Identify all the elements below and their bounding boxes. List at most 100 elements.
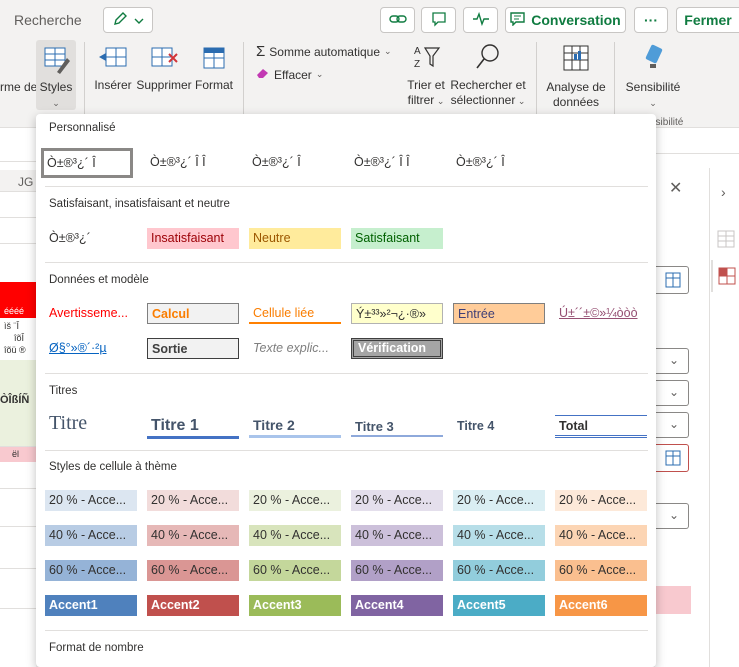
style-followed-hyperlink[interactable]: Ú±´´±©»¼òòò [555, 303, 647, 324]
eraser-icon [256, 67, 270, 82]
custom-style-1[interactable]: Ò±®³¿´ Î [41, 148, 133, 178]
theme-20-accent2[interactable]: 20 % - Acce... [147, 490, 239, 511]
search-icon [449, 42, 527, 76]
worksheet-fragment: JG éééé ìš ¨Î îõÎ îõü ® ÒÎßÍÑ ël [0, 128, 36, 667]
style-warning-text[interactable]: Avertisseme... [45, 303, 137, 324]
conversation-label: Conversation [531, 12, 621, 28]
style-linked-cell[interactable]: Cellule liée [249, 303, 341, 324]
insert-label: Insérer [94, 78, 132, 92]
theme-60-accent6[interactable]: 60 % - Acce... [555, 560, 647, 581]
styles-button[interactable]: Styles ⌄ [36, 40, 76, 110]
editing-mode-button[interactable] [103, 7, 153, 33]
theme-40-accent6[interactable]: 40 % - Acce... [555, 525, 647, 546]
theme-20-accent6[interactable]: 20 % - Acce... [555, 490, 647, 511]
pink-cell[interactable]: ël [0, 446, 36, 462]
theme-60-accent2[interactable]: 60 % - Acce... [147, 560, 239, 581]
sort-label-2: filtrer [407, 93, 435, 107]
activity-button[interactable] [463, 7, 498, 33]
style-total[interactable]: Total [555, 415, 647, 438]
theme-accent5[interactable]: Accent5 [453, 595, 545, 616]
style-normal[interactable]: Ò±®³¿´ [45, 228, 137, 249]
theme-60-accent3[interactable]: 60 % - Acce... [249, 560, 341, 581]
styles-pane-tab[interactable] [711, 260, 739, 292]
style-good[interactable]: Satisfaisant [351, 228, 443, 249]
divider [45, 373, 648, 374]
clear-button[interactable]: Effacer ⌄ [256, 67, 323, 82]
sensitivity-button[interactable]: Sensibilité ⌄ [620, 42, 686, 111]
activity-icon [472, 11, 490, 29]
sensitivity-icon [620, 42, 686, 78]
column-header: JG [18, 175, 34, 189]
autosum-label: Somme automatique [269, 44, 381, 59]
green-cell[interactable]: ÒÎßÍÑ [0, 360, 36, 446]
find-select-button[interactable]: Rechercher et sélectionner ⌄ [449, 42, 527, 109]
red-cell[interactable]: éééé [0, 282, 36, 318]
table-icon[interactable] [717, 230, 735, 248]
style-bad[interactable]: Insatisfaisant [147, 228, 239, 249]
cell-stack[interactable]: ìš ¨Î îõÎ îõü ® [0, 318, 36, 358]
analyze-label-2: données [552, 95, 600, 109]
insert-button[interactable]: Insérer [92, 44, 134, 93]
style-hyperlink[interactable]: Ø§°»®´·²µ [45, 338, 137, 359]
theme-accent1[interactable]: Accent1 [45, 595, 137, 616]
svg-text:A: A [414, 46, 421, 57]
find-label-2: sélectionner [450, 93, 516, 107]
theme-accent2[interactable]: Accent2 [147, 595, 239, 616]
divider [45, 186, 648, 187]
theme-20-accent3[interactable]: 20 % - Acce... [249, 490, 341, 511]
share-link-button[interactable] [380, 7, 415, 33]
style-heading-2[interactable]: Titre 2 [249, 415, 341, 438]
theme-40-accent5[interactable]: 40 % - Acce... [453, 525, 545, 546]
chevron-right-icon[interactable]: › [721, 184, 726, 200]
custom-style-4[interactable]: Ò±®³¿´ Î Î [350, 152, 442, 173]
style-neutral[interactable]: Neutre [249, 228, 341, 249]
search-label[interactable]: Recherche [14, 12, 82, 28]
theme-60-accent4[interactable]: 60 % - Acce... [351, 560, 443, 581]
format-button[interactable]: Format [193, 44, 235, 93]
style-note[interactable]: Ý±³³»²¬¿·®» [351, 303, 443, 324]
theme-20-accent5[interactable]: 20 % - Acce... [453, 490, 545, 511]
section-theme-title: Styles de cellule à thème [49, 461, 177, 473]
custom-style-2[interactable]: Ò±®³¿´ Î Î [146, 152, 238, 173]
style-output[interactable]: Sortie [147, 338, 239, 359]
custom-style-3[interactable]: Ò±®³¿´ Î [248, 152, 340, 173]
theme-20-accent4[interactable]: 20 % - Acce... [351, 490, 443, 511]
conditional-format-label[interactable]: rme de [0, 80, 37, 95]
theme-40-accent4[interactable]: 40 % - Acce... [351, 525, 443, 546]
theme-60-accent1[interactable]: 60 % - Acce... [45, 560, 137, 581]
theme-60-accent5[interactable]: 60 % - Acce... [453, 560, 545, 581]
autosum-button[interactable]: Σ Somme automatique ⌄ [256, 43, 392, 60]
style-heading-3[interactable]: Titre 3 [351, 416, 443, 437]
chevron-down-icon: ⌄ [52, 98, 60, 108]
style-heading-4[interactable]: Titre 4 [453, 416, 545, 437]
comments-button[interactable] [421, 7, 456, 33]
theme-40-accent3[interactable]: 40 % - Acce... [249, 525, 341, 546]
comment-icon [431, 11, 447, 30]
custom-style-5[interactable]: Ò±®³¿´ Î [452, 152, 544, 173]
theme-20-accent1[interactable]: 20 % - Acce... [45, 490, 137, 511]
style-heading-1[interactable]: Titre 1 [147, 415, 239, 439]
delete-button[interactable]: Supprimer [134, 44, 194, 93]
analyze-data-button[interactable]: Analyse de données [544, 42, 608, 110]
theme-40-accent2[interactable]: 40 % - Acce... [147, 525, 239, 546]
style-check-cell[interactable]: Vérification [351, 338, 443, 359]
theme-accent4[interactable]: Accent4 [351, 595, 443, 616]
style-calculation[interactable]: Calcul [147, 303, 239, 324]
theme-accent3[interactable]: Accent3 [249, 595, 341, 616]
sort-filter-button[interactable]: AZ Trier et filtrer ⌄ [403, 42, 449, 109]
style-input[interactable]: Entrée [453, 303, 545, 324]
close-icon[interactable]: ✕ [669, 178, 682, 198]
theme-40-accent1[interactable]: 40 % - Acce... [45, 525, 137, 546]
section-titles-title: Titres [49, 385, 78, 397]
style-explanatory[interactable]: Texte explic... [249, 338, 341, 359]
more-options-button[interactable]: ··· [634, 7, 668, 33]
analyze-data-icon [544, 42, 608, 78]
theme-accent6[interactable]: Accent6 [555, 595, 647, 616]
chevron-down-icon [134, 12, 144, 28]
style-title[interactable]: Titre [45, 413, 137, 439]
styles-label: Styles [39, 80, 73, 94]
delete-cells-icon [134, 44, 194, 76]
close-button[interactable]: Fermer [676, 7, 739, 33]
conversation-button[interactable]: Conversation [505, 7, 626, 33]
link-icon [388, 12, 407, 29]
